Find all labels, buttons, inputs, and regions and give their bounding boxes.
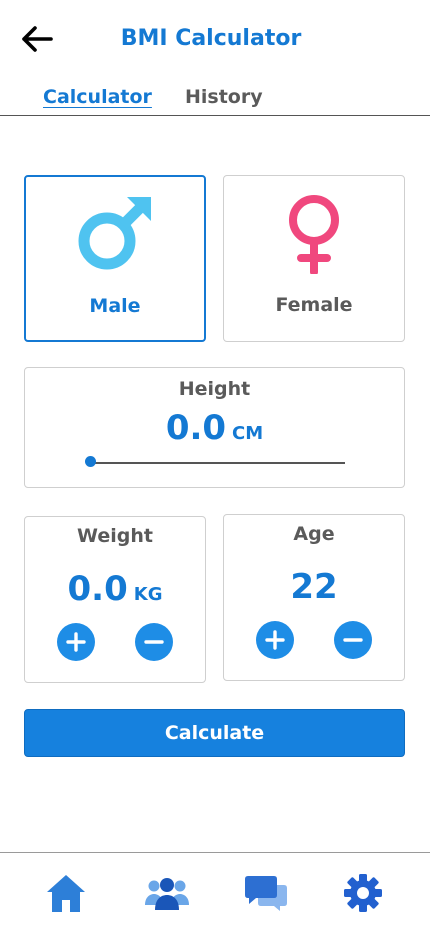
plus-icon <box>66 632 86 652</box>
calculate-button[interactable]: Calculate <box>24 709 405 757</box>
height-slider-thumb[interactable] <box>84 456 96 467</box>
tab-history[interactable]: History <box>185 86 263 108</box>
weight-value: 0.0 <box>67 569 128 609</box>
nav-settings[interactable] <box>338 868 388 918</box>
tab-divider <box>0 115 430 116</box>
tab-calculator[interactable]: Calculator <box>43 86 152 108</box>
nav-users[interactable] <box>142 868 192 918</box>
page-title: BMI Calculator <box>120 26 302 51</box>
weight-increment-button[interactable] <box>57 623 95 661</box>
age-value-row: 22 <box>224 567 404 607</box>
female-card[interactable]: Female <box>223 175 405 342</box>
nav-home[interactable] <box>41 868 91 918</box>
height-value-row: 0.0 CM <box>25 408 404 448</box>
weight-card: Weight 0.0 KG <box>24 516 206 683</box>
weight-decrement-button[interactable] <box>135 623 173 661</box>
age-label: Age <box>293 523 335 545</box>
home-icon <box>47 875 85 912</box>
height-unit: CM <box>232 423 264 444</box>
height-value: 0.0 <box>165 408 227 448</box>
bottom-nav-divider <box>0 852 430 853</box>
age-decrement-button[interactable] <box>334 621 372 659</box>
height-label: Height <box>178 378 251 400</box>
age-value: 22 <box>290 567 338 607</box>
height-card: Height 0.0 CM <box>24 367 405 488</box>
settings-icon <box>344 874 382 912</box>
male-label: Male <box>89 295 141 317</box>
minus-icon <box>144 640 164 644</box>
minus-icon <box>343 638 363 642</box>
height-slider-track[interactable] <box>90 462 345 464</box>
age-increment-button[interactable] <box>256 621 294 659</box>
age-card: Age 22 <box>223 514 405 681</box>
male-symbol-icon <box>78 197 151 270</box>
users-icon <box>145 878 189 910</box>
plus-icon <box>265 630 285 650</box>
nav-chat[interactable] <box>241 868 291 918</box>
weight-unit: KG <box>133 584 163 605</box>
male-card[interactable]: Male <box>24 175 206 342</box>
female-label: Female <box>275 294 353 316</box>
female-symbol-icon <box>289 195 339 274</box>
weight-label: Weight <box>77 525 153 547</box>
chat-icon <box>245 876 287 911</box>
weight-value-row: 0.0 KG <box>25 569 205 609</box>
